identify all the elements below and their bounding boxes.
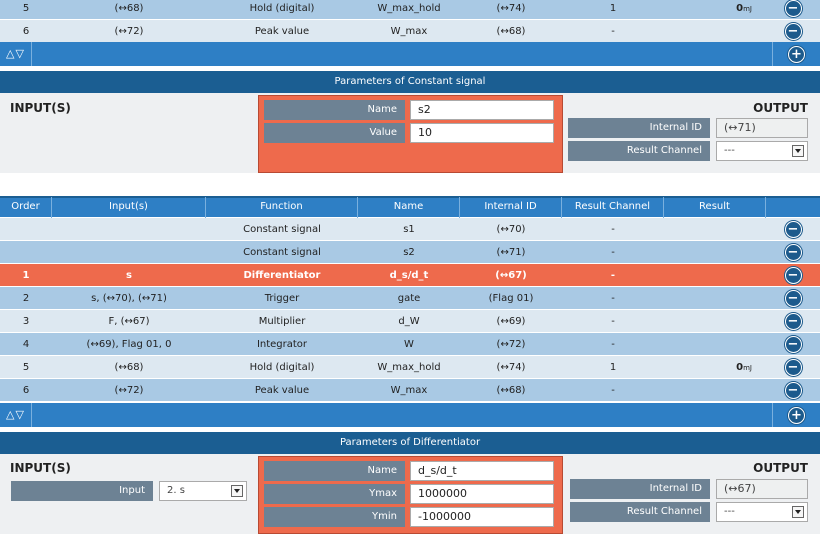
remove-row-button[interactable]: − (784, 243, 802, 261)
table-header: Order Input(s) Function Name Internal ID… (0, 196, 820, 218)
table-row[interactable]: 6 (↔72) Peak value W_max (↔68) - − (0, 20, 820, 43)
remove-row-button[interactable]: − (784, 0, 802, 17)
constant-params-title: Parameters of Constant signal (0, 71, 820, 93)
result-channel-select[interactable]: --- (716, 141, 808, 161)
table-toolbar: △▽ + (0, 42, 820, 66)
name-field[interactable]: s2 (410, 100, 554, 120)
add-row-button[interactable]: + (788, 406, 805, 424)
result-channel-select[interactable]: --- (716, 502, 808, 522)
table-row[interactable]: Constant signal s1 (↔70) - − (0, 218, 820, 241)
table-row[interactable]: 4 (↔69), Flag 01, 0 Integrator W (↔72) - − (0, 333, 820, 356)
table-row[interactable]: Constant signal s2 (↔71) - − (0, 241, 820, 264)
output-heading: OUTPUT (753, 461, 808, 475)
value-field[interactable]: 10 (410, 123, 554, 143)
table-row[interactable]: 2 s, (↔70), (↔71) Trigger gate (Flag 01) - − (0, 287, 820, 310)
name-field[interactable]: d_s/d_t (410, 461, 554, 481)
remove-row-button[interactable]: − (784, 266, 802, 284)
params-box: Name s2 Value 10 (258, 95, 563, 173)
table-row[interactable]: 1 s Differentiator d_s/d_t (↔67) - − (0, 264, 820, 287)
table-row[interactable]: 3 F, (↔67) Multiplier d_W (↔69) - − (0, 310, 820, 333)
add-row-button[interactable]: + (788, 45, 805, 63)
remove-row-button[interactable]: − (784, 381, 802, 399)
params-box: Name d_s/d_t Ymax 1000000 Ymin -1000000 (258, 456, 563, 534)
diff-params-panel: INPUT(S) OUTPUT Input 2. s Name d_s/d_t … (0, 454, 820, 534)
chevron-down-icon[interactable] (792, 506, 804, 518)
chevron-down-icon[interactable] (231, 485, 243, 497)
inputs-heading: INPUT(S) (10, 461, 71, 475)
table-row[interactable]: 5 (↔68) Hold (digital) W_max_hold (↔74) … (0, 0, 820, 20)
chevron-down-icon[interactable] (792, 145, 804, 157)
diff-params-title: Parameters of Differentiator (0, 432, 820, 454)
inputs-heading: INPUT(S) (10, 101, 71, 115)
internal-id-field: (↔71) (716, 118, 808, 138)
internal-id-field: (↔67) (716, 479, 808, 499)
remove-row-button[interactable]: − (784, 358, 802, 376)
table-toolbar: △▽ + (0, 403, 820, 427)
result-value: 0mJ (736, 361, 752, 373)
table-row[interactable]: 5 (↔68) Hold (digital) W_max_hold (↔74) 1 0mJ − (0, 356, 820, 379)
ymax-field[interactable]: 1000000 (410, 484, 554, 504)
remove-row-button[interactable]: − (784, 22, 802, 40)
remove-row-button[interactable]: − (784, 220, 802, 238)
input-select[interactable]: 2. s (159, 481, 247, 501)
table-row[interactable]: 6 (↔72) Peak value W_max (↔68) - − (0, 379, 820, 402)
move-up-down-icon[interactable]: △▽ (6, 42, 32, 66)
output-heading: OUTPUT (753, 101, 808, 115)
move-up-down-icon[interactable]: △▽ (6, 403, 32, 427)
remove-row-button[interactable]: − (784, 312, 802, 330)
remove-row-button[interactable]: − (784, 335, 802, 353)
constant-params-panel: INPUT(S) OUTPUT Name s2 Value 10 Interna… (0, 93, 820, 173)
ymin-field[interactable]: -1000000 (410, 507, 554, 527)
result-value: 0mJ (736, 2, 752, 14)
remove-row-button[interactable]: − (784, 289, 802, 307)
